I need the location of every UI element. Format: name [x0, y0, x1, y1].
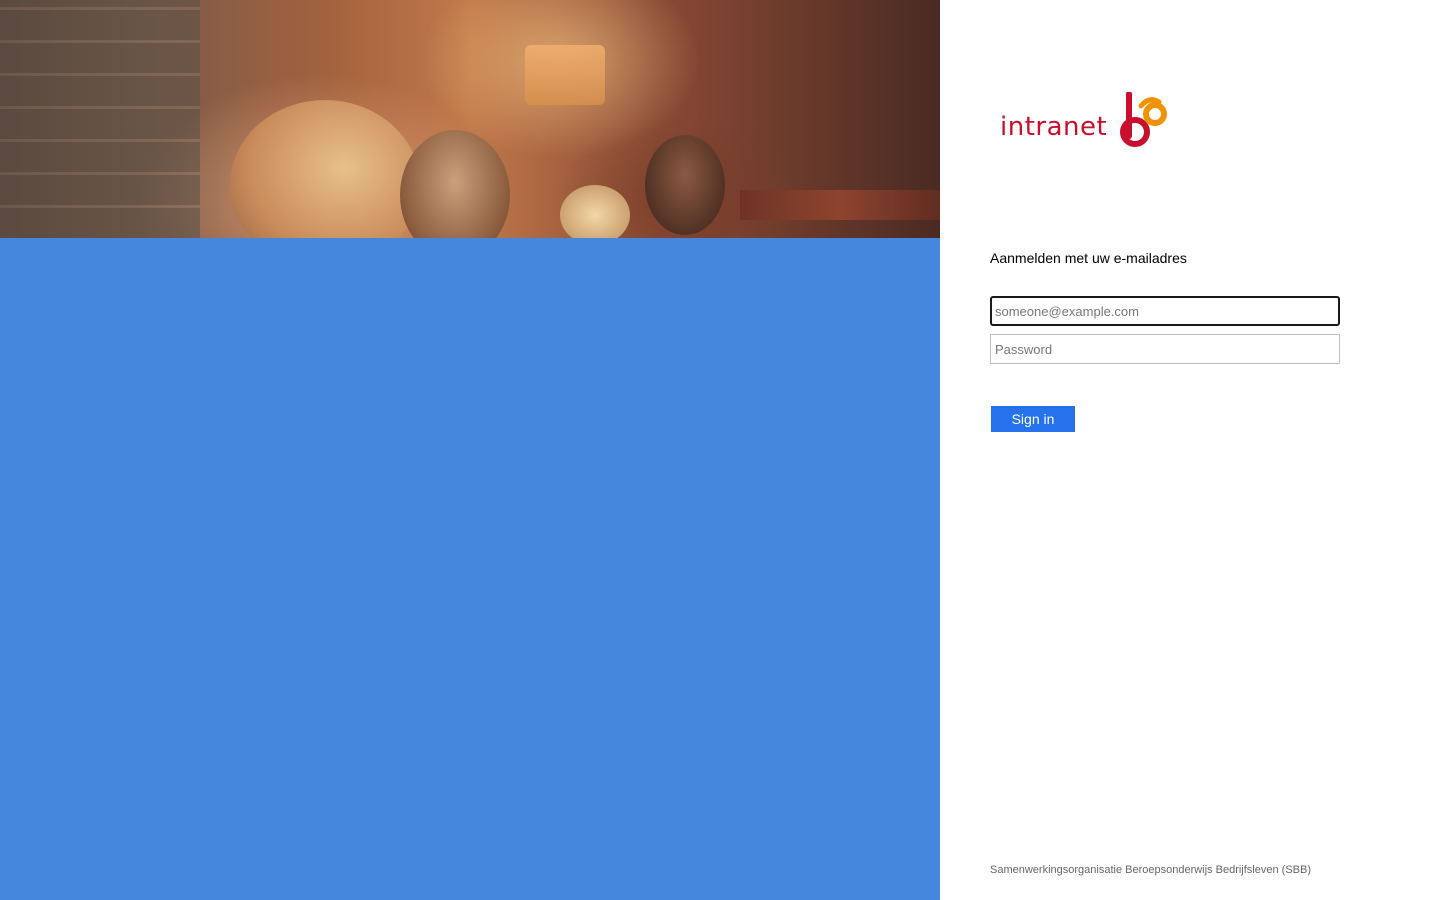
bar-scene-photo: [0, 0, 940, 238]
sign-in-button[interactable]: Sign in: [991, 406, 1075, 432]
email-input[interactable]: [990, 296, 1340, 326]
footer-text: Samenwerkingsorganisatie Beroepsonderwij…: [990, 864, 1311, 876]
logo-text: intranet: [1000, 112, 1108, 142]
sbb-logo-mark-icon: [1120, 92, 1168, 147]
form-title: Aanmelden met uw e-mailadres: [990, 250, 1187, 266]
intranet-logo: intranet: [1000, 92, 1169, 150]
illustration-panel: [0, 0, 940, 900]
sign-in-page: intranet Aanmelden met uw e-mailadres Si…: [0, 0, 1440, 900]
password-input[interactable]: [990, 334, 1340, 364]
sign-in-panel: intranet Aanmelden met uw e-mailadres Si…: [940, 0, 1440, 900]
